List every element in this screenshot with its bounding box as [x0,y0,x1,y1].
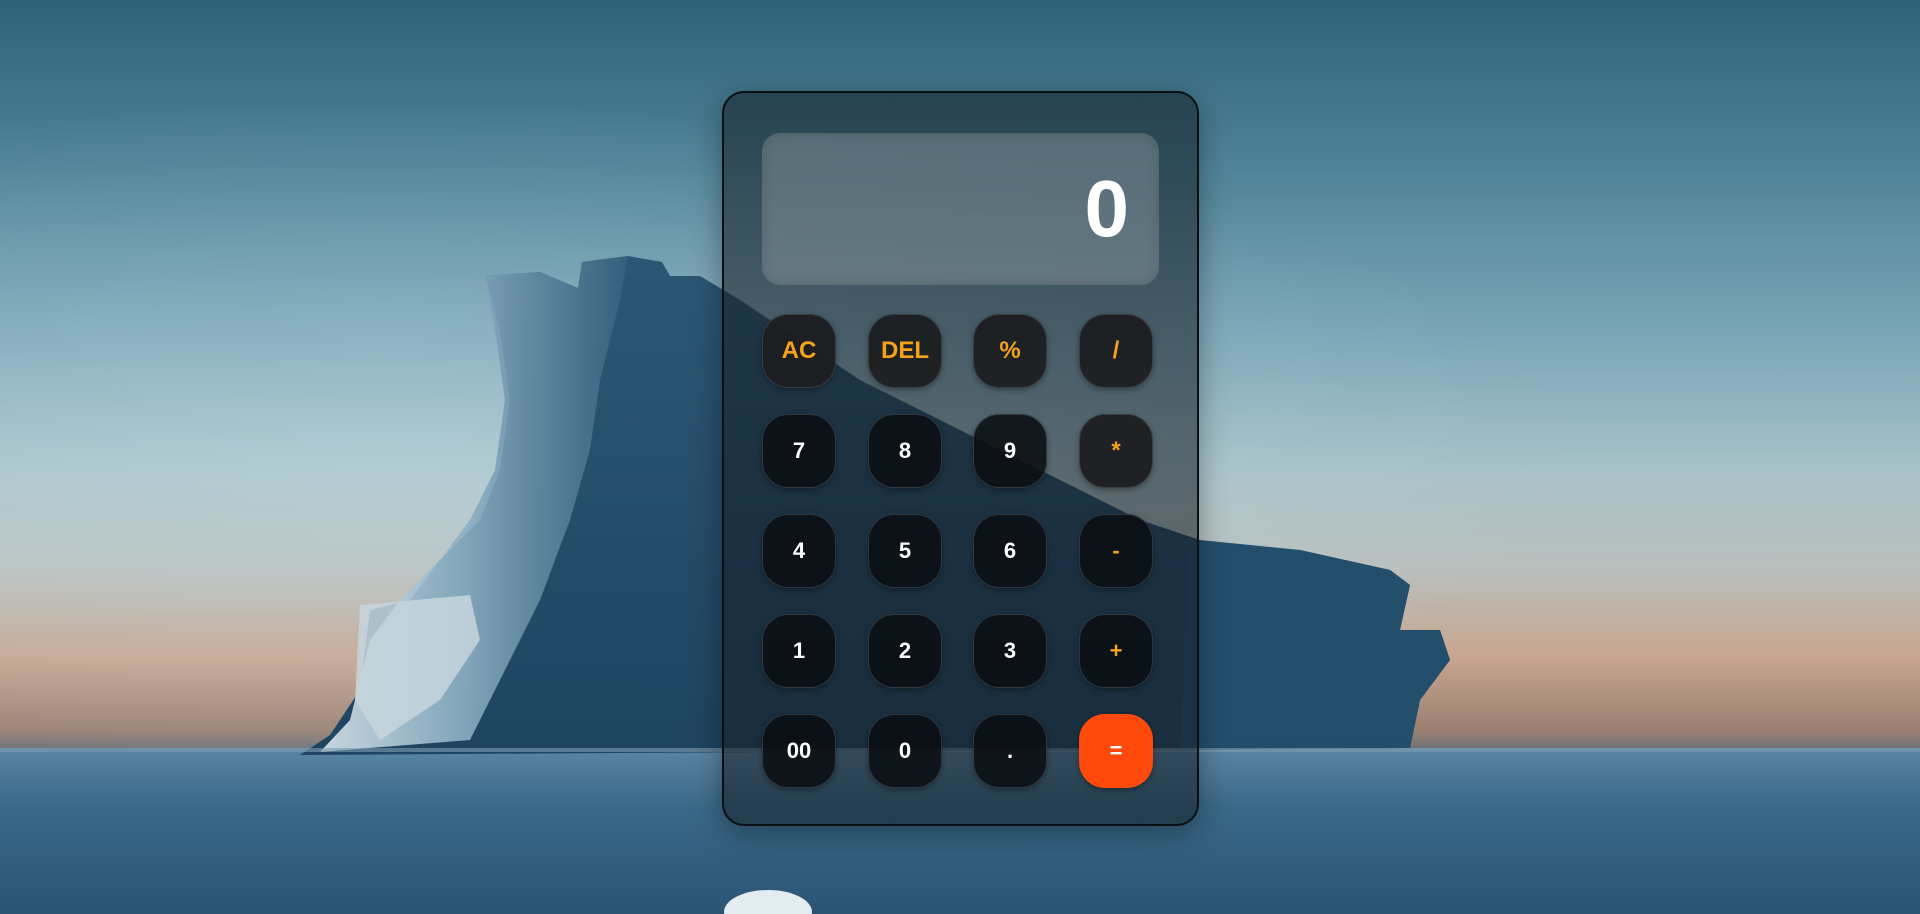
digit-4-button[interactable]: 4 [762,514,836,588]
digit-5-button[interactable]: 5 [868,514,942,588]
digit-1-button[interactable]: 1 [762,614,836,688]
background-scene: 0 AC DEL % / 7 8 9 * 4 5 6 - 1 2 3 + 00 … [0,0,1920,914]
digit-9-button[interactable]: 9 [973,414,1047,488]
calculator: 0 AC DEL % / 7 8 9 * 4 5 6 - 1 2 3 + 00 … [722,91,1199,826]
digit-3-button[interactable]: 3 [973,614,1047,688]
display-screen: 0 [762,133,1159,285]
digit-2-button[interactable]: 2 [868,614,942,688]
plus-button[interactable]: + [1079,614,1153,688]
double-zero-button[interactable]: 00 [762,714,836,788]
display-value: 0 [1084,164,1130,253]
digit-6-button[interactable]: 6 [973,514,1047,588]
digit-7-button[interactable]: 7 [762,414,836,488]
decimal-button[interactable]: . [973,714,1047,788]
digit-8-button[interactable]: 8 [868,414,942,488]
percent-button[interactable]: % [973,314,1047,388]
all-clear-button[interactable]: AC [762,314,836,388]
digit-0-button[interactable]: 0 [868,714,942,788]
multiply-button[interactable]: * [1079,414,1153,488]
minus-button[interactable]: - [1079,514,1153,588]
delete-button[interactable]: DEL [868,314,942,388]
equals-button[interactable]: = [1079,714,1153,788]
divide-button[interactable]: / [1079,314,1153,388]
